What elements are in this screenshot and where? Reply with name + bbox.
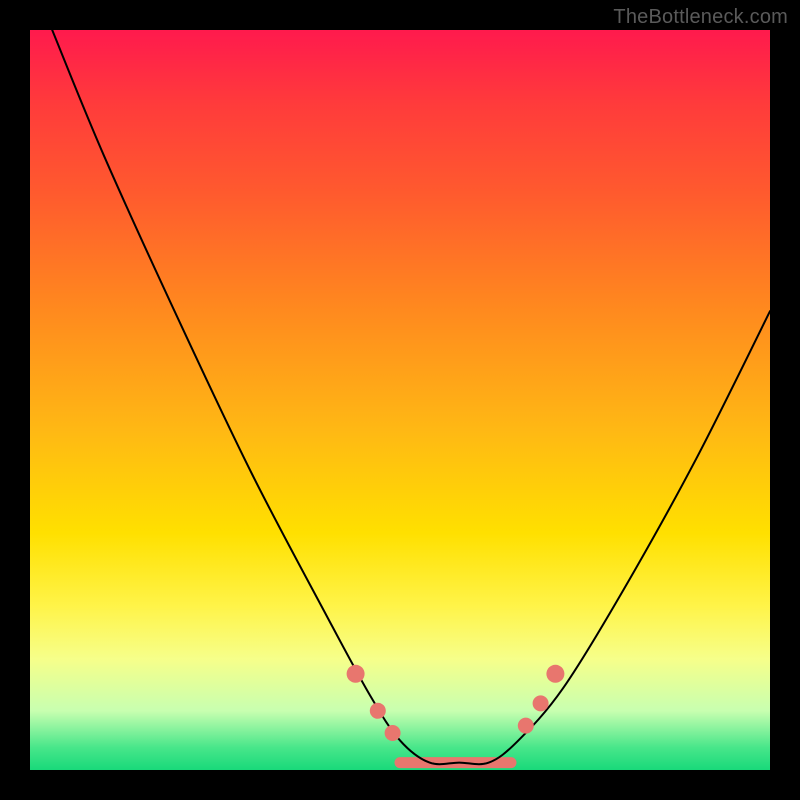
right-dot-3 [546, 665, 564, 683]
chart-svg [30, 30, 770, 770]
left-dot-1 [347, 665, 365, 683]
left-dot-3 [385, 725, 401, 741]
watermark-text: TheBottleneck.com [613, 6, 788, 29]
left-dot-2 [370, 703, 386, 719]
right-dot-1 [518, 718, 534, 734]
curve-group [52, 30, 770, 764]
right-dot-2 [533, 695, 549, 711]
bottleneck-curve [52, 30, 770, 764]
marker-group [347, 665, 565, 741]
plot-area [30, 30, 770, 770]
chart-frame: TheBottleneck.com [0, 0, 800, 800]
